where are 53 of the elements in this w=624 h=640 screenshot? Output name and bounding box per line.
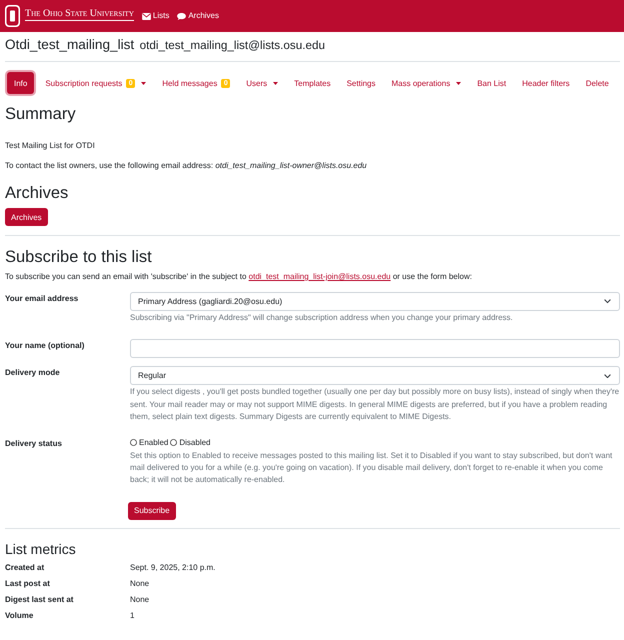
list-address: otdi_test_mailing_list@lists.osu.edu xyxy=(140,39,325,52)
metric-label: Digest last sent at xyxy=(5,594,74,606)
join-address-link[interactable]: otdi_test_mailing_list-join@lists.osu.edu xyxy=(248,272,391,281)
archives-button[interactable]: Archives xyxy=(5,208,48,226)
field-label: Your name (optional) xyxy=(5,340,84,352)
help-text: Subscribing via "Primary Address" will change subscription address when you change your primary address. xyxy=(130,312,514,324)
caret-icon xyxy=(141,82,146,84)
dropdown-select[interactable]: Primary Address (gagliardi.20@osu.edu) xyxy=(130,292,620,311)
block-o-logo-icon[interactable] xyxy=(5,5,20,27)
caret-icon xyxy=(273,82,278,84)
name-input-field[interactable] xyxy=(130,339,620,358)
help-text: If you select digests , you'll get posts bundled together (usually one per day but possibly more on busy lists), instead of singly when they're sent. Your mail reader may or may not support MIME digests. In general MIME digests are preferred, but if you have a problem reading them, select plain text digests. Summary Digests are currently equivalent to MIME Digests. xyxy=(130,386,620,424)
radio-button[interactable] xyxy=(130,439,137,446)
nav-tab[interactable]: Delete xyxy=(578,72,617,94)
nav-tab[interactable]: Header filters xyxy=(514,72,578,94)
help-text: Set this option to Enabled to receive messages posted to this mailing list. Set it to Disabled if you want to stay subscribed, but don't want mail delivered to you for a while (e.g. you're going on vacation). If you disable mail delivery, don't forget to re-enable it when you come back; it will not be automatically re-enabled. xyxy=(130,450,614,486)
subscribe-instructions: To subscribe you can send an email with 'subscribe' in the subject to otdi_test_mailing_list-join@lists.osu.edu or use the form below: xyxy=(5,271,473,283)
dropdown-select[interactable]: Regular xyxy=(130,366,620,386)
metric-value: None xyxy=(130,578,150,590)
archives-link[interactable]: Archives xyxy=(177,11,220,21)
field-label: Delivery status xyxy=(5,438,62,450)
envelope-icon xyxy=(142,12,151,20)
section-heading: List metrics xyxy=(5,540,77,558)
chevron-down-icon xyxy=(604,374,611,378)
speech-bubble-icon xyxy=(177,12,186,20)
lists-link[interactable]: Lists xyxy=(142,11,170,21)
field-label: Delivery mode xyxy=(5,367,60,380)
university-wordmark[interactable]: The Ohio State University xyxy=(25,8,134,21)
nav-tab[interactable]: Users xyxy=(238,72,286,94)
metric-value: Sept. 9, 2025, 2:10 p.m. xyxy=(130,562,216,574)
nav-tab[interactable]: Ban List xyxy=(469,72,514,94)
radio-label: Enabled xyxy=(139,436,168,449)
list-name: Otdi_test_mailing_list xyxy=(5,37,134,52)
metric-value: 1 xyxy=(130,610,134,622)
nav-tab[interactable]: Settings xyxy=(338,72,384,94)
section-heading: Archives xyxy=(5,183,70,203)
caret-icon xyxy=(456,82,462,84)
section-heading: Subscribe to this list xyxy=(5,247,153,267)
chevron-down-icon xyxy=(604,299,611,304)
subscribe-button[interactable]: Subscribe xyxy=(128,502,176,520)
metric-value: None xyxy=(130,594,150,606)
metric-label: Last post at xyxy=(5,578,50,590)
nav-tab[interactable]: Mass operations xyxy=(384,72,470,94)
nav-tab[interactable]: Templates xyxy=(286,72,339,94)
section-heading: Summary xyxy=(5,104,77,124)
radio-label: Disabled xyxy=(179,436,210,449)
metric-label: Volume xyxy=(5,610,34,622)
field-label: Your email address xyxy=(5,293,78,305)
contact-sentence: To contact the list owners, use the following email address: otdi_test_mailing_list-owner@lists.osu.edu xyxy=(5,160,368,172)
nav-tab[interactable]: Info xyxy=(7,72,34,94)
metric-label: Created at xyxy=(5,562,44,574)
list-description: Test Mailing List for OTDI xyxy=(5,140,96,152)
radio-button[interactable] xyxy=(170,439,178,446)
